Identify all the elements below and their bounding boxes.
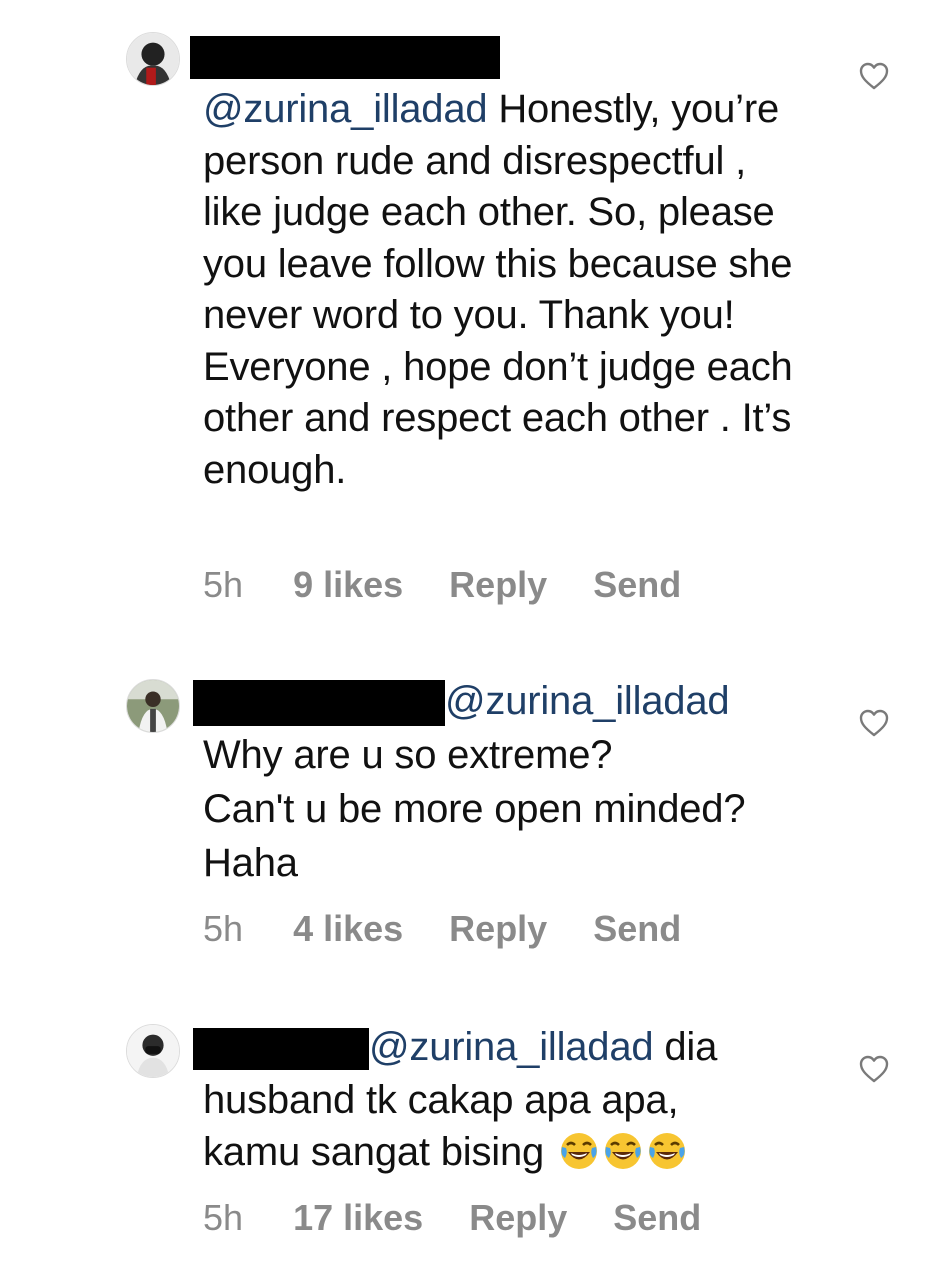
comment-line-3-text: kamu sangat bising [203,1130,545,1174]
laughing-emoji-icon [559,1131,599,1171]
likes-count[interactable]: 4 likes [293,908,403,950]
redacted-username [193,1028,369,1071]
comment-text: @zurina_illadad Honestly, you’re person … [203,84,803,496]
laughing-emoji-icon [603,1131,643,1171]
avatar[interactable] [126,1024,180,1078]
mention-link[interactable]: @zurina_illadad [445,679,730,723]
comment-actions: 5h 17 likes Reply Send [203,1197,737,1241]
mention-link[interactable]: @zurina_illadad [203,87,488,131]
comment-line-2: husband tk cakap apa apa, [203,1078,679,1122]
send-button[interactable]: Send [593,908,681,950]
avatar[interactable] [126,32,180,86]
heart-icon[interactable] [859,1055,889,1083]
comment-line-3: Haha [203,841,298,885]
comment-text: @zurina_illadad [193,676,813,728]
comment-body: husband tk cakap apa apa, kamu sangat bi… [203,1074,803,1178]
timestamp: 5h [203,1197,244,1238]
comment-line-1: dia [664,1025,718,1069]
avatar-image [127,680,179,732]
heart-icon[interactable] [859,709,889,737]
comment-line-2: Can't u be more open minded? [203,787,746,831]
redacted-username [190,36,500,79]
send-button[interactable]: Send [613,1197,701,1239]
redacted-username [193,680,445,727]
timestamp: 5h [203,908,244,949]
comment-text: @zurina_illadad dia [193,1022,813,1074]
comment-actions: 5h 4 likes Reply Send [203,908,717,952]
avatar[interactable] [126,679,180,733]
comment-actions: 5h 9 likes Reply Send [203,564,717,608]
comment-line-1: Why are u so extreme? [203,733,613,777]
heart-icon[interactable] [859,62,889,90]
avatar-image [127,1025,179,1077]
reply-button[interactable]: Reply [449,908,547,950]
mention-link[interactable]: @zurina_illadad [369,1025,654,1069]
comment-body: Honestly, you’re person rude and disresp… [203,87,793,492]
comment-line-3: kamu sangat bising [203,1126,803,1178]
avatar-image [127,33,179,85]
comment-body: Why are u so extreme? Can't u be more op… [203,728,803,890]
laughing-emoji-icon [647,1131,687,1171]
likes-count[interactable]: 9 likes [293,564,403,606]
send-button[interactable]: Send [593,564,681,606]
likes-count[interactable]: 17 likes [293,1197,423,1239]
reply-button[interactable]: Reply [469,1197,567,1239]
timestamp: 5h [203,564,244,605]
reply-button[interactable]: Reply [449,564,547,606]
